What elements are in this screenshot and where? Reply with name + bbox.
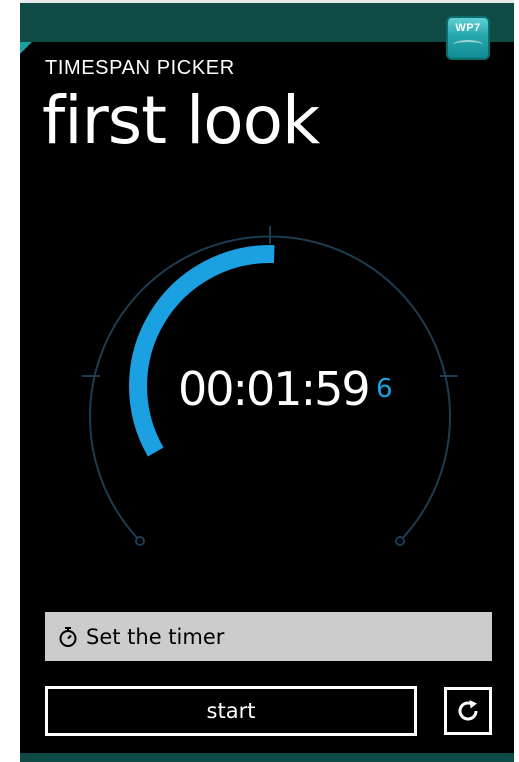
set-timer-field[interactable]: Set the timer [45, 612, 492, 661]
start-button-label: start [206, 699, 256, 723]
phone-screen: WP7 TIMESPAN PICKER first look 00:01:59 … [20, 0, 514, 762]
reset-button[interactable] [444, 687, 492, 735]
dial-end-cap[interactable] [395, 536, 405, 546]
time-tenths: 6 [376, 374, 393, 404]
dial-start-cap [135, 536, 145, 546]
dial-progress-arc[interactable] [129, 245, 275, 457]
stopwatch-icon [59, 626, 77, 647]
set-timer-label: Set the timer [86, 624, 225, 649]
refresh-icon [458, 700, 478, 721]
time-display: 00:01:59 [178, 362, 371, 416]
start-button[interactable]: start [45, 686, 417, 736]
app-bar [20, 753, 514, 762]
